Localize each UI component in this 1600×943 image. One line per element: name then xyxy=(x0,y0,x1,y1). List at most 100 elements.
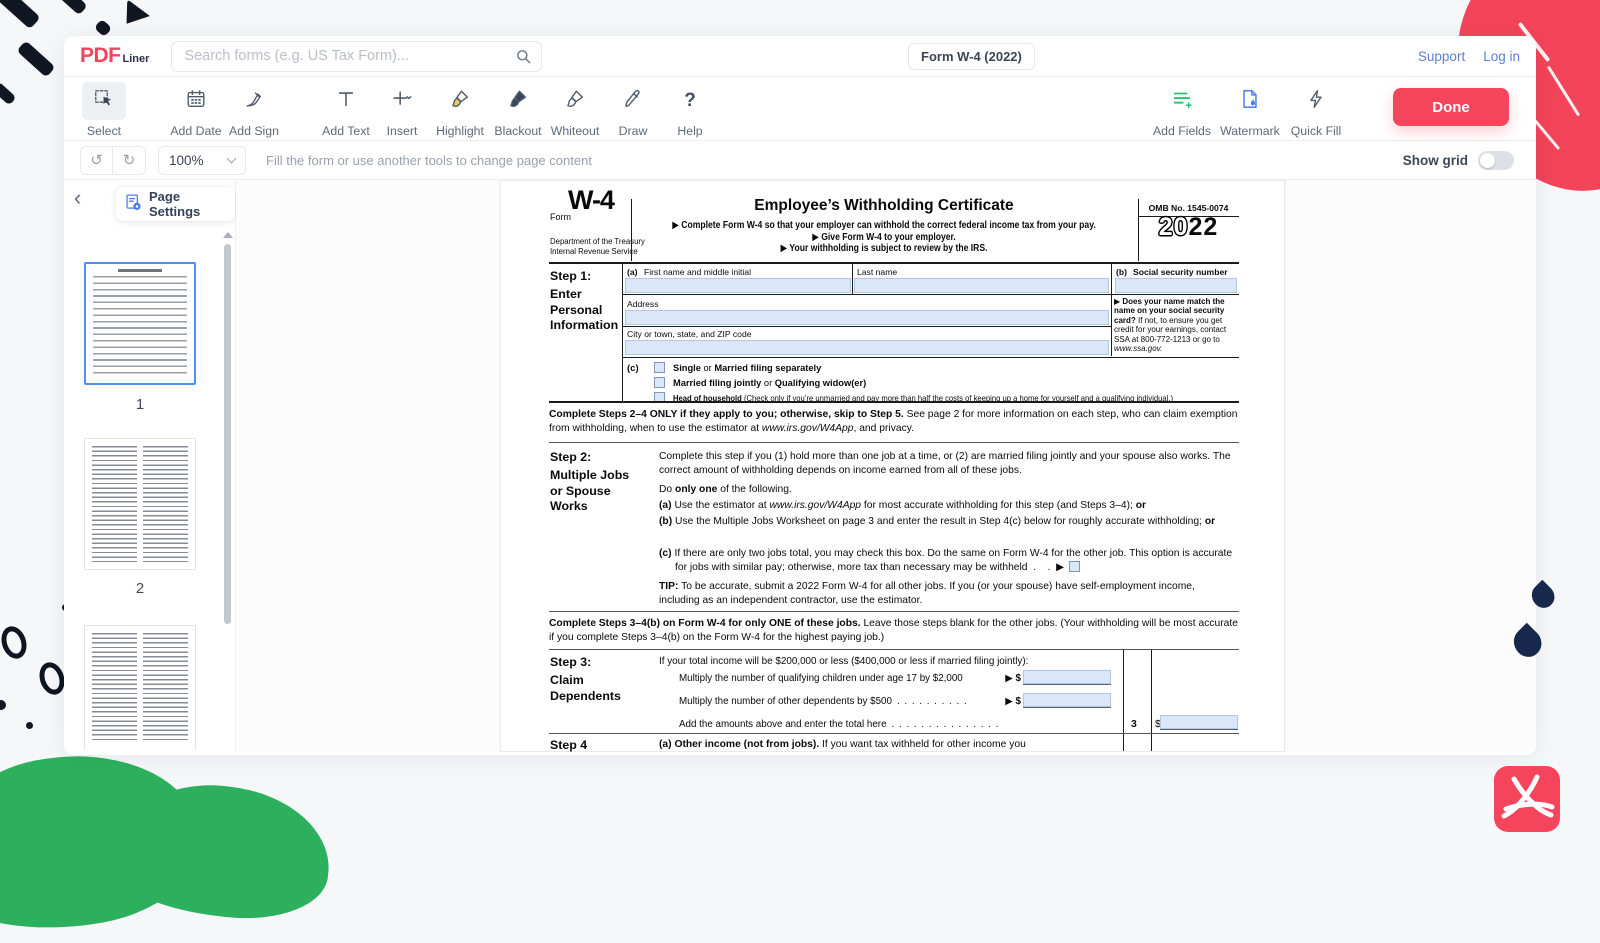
first-name-input[interactable] xyxy=(625,278,851,293)
sidebar-scroll-up-arrow[interactable] xyxy=(223,232,233,238)
zoom-value: 100% xyxy=(169,153,204,168)
w4-form-page: Form W-4 Department of the Treasury Inte… xyxy=(500,180,1285,752)
step3-row3: Add the amounts above and enter the tota… xyxy=(679,718,1117,731)
watermark-button[interactable]: Watermark xyxy=(1213,82,1287,138)
last-name-label: Last name xyxy=(857,267,897,277)
ink-stroke xyxy=(52,0,87,15)
field-c-tag: (c) xyxy=(627,363,639,374)
help-icon: ? xyxy=(684,90,696,112)
add-text-label: Add Text xyxy=(322,124,370,138)
select-tool-button[interactable]: Select xyxy=(67,82,141,138)
step2-item-a: (a) Use the estimator at www.irs.gov/W4A… xyxy=(659,499,1237,513)
search-box xyxy=(171,41,542,72)
pen-sign-icon xyxy=(243,88,265,115)
pdfliner-logo[interactable]: PDF Liner xyxy=(80,44,149,68)
add-fields-label: Add Fields xyxy=(1153,124,1211,138)
ink-ring xyxy=(0,623,31,662)
single-checkbox[interactable] xyxy=(654,362,665,373)
field-b-tag: (b) xyxy=(1116,267,1127,277)
login-link[interactable]: Log in xyxy=(1483,49,1520,64)
quick-fill-button[interactable]: Quick Fill xyxy=(1279,82,1353,138)
step2-tip: TIP: To be accurate, submit a 2022 Form … xyxy=(659,580,1237,608)
year-bold: 22 xyxy=(1189,213,1219,241)
step2-label: Step 2: xyxy=(550,450,591,466)
highlight-brush-icon xyxy=(449,88,471,115)
step3-row1: Multiply the number of qualifying childr… xyxy=(679,672,1021,685)
city-input[interactable] xyxy=(625,340,1109,355)
watermark-icon xyxy=(1239,88,1261,115)
line3-number: 3 xyxy=(1131,718,1137,732)
blackout-label: Blackout xyxy=(494,124,541,138)
page-number-1: 1 xyxy=(84,396,196,413)
insert-label: Insert xyxy=(387,124,418,138)
redo-button[interactable]: ↻ xyxy=(113,146,146,175)
toggle-knob xyxy=(1480,153,1495,168)
show-grid-label: Show grid xyxy=(1403,153,1468,168)
qualifying-children-input[interactable] xyxy=(1023,670,1111,684)
ink-dot xyxy=(26,722,33,729)
page-thumbnail-3[interactable] xyxy=(84,625,196,750)
show-grid-toggle[interactable] xyxy=(1478,151,1514,170)
filing-option-2: Married filing jointly or Qualifying wid… xyxy=(673,377,866,389)
year-outline: 20 xyxy=(1159,213,1189,241)
other-dependents-input[interactable] xyxy=(1023,693,1111,707)
step2-item-b: (b) Use the Multiple Jobs Worksheet on p… xyxy=(659,515,1237,529)
ink-stroke xyxy=(121,0,152,29)
quick-fill-label: Quick Fill xyxy=(1291,124,1342,138)
address-label: Address xyxy=(627,299,659,309)
address-input[interactable] xyxy=(625,310,1109,325)
select-icon xyxy=(93,88,115,115)
whiteout-brush-icon xyxy=(564,88,586,115)
ssn-input[interactable] xyxy=(1115,278,1237,293)
step2-item-c: (c) If there are only two jobs total, yo… xyxy=(659,547,1243,575)
add-sign-label: Add Sign xyxy=(229,124,279,138)
step2-p2: Do only one of the following. xyxy=(659,483,1237,497)
sidebar-scrollbar[interactable] xyxy=(224,244,231,624)
ink-stroke xyxy=(0,0,41,29)
thumbnail-content xyxy=(92,446,137,562)
form-bullet-1: ▶ Complete Form W-4 so that your employe… xyxy=(583,220,1185,232)
thumbnail-content xyxy=(93,276,187,377)
ssa-note-link: www.ssa.gov. xyxy=(1114,344,1162,353)
collapse-sidebar-chevron[interactable]: ‹ xyxy=(74,188,81,208)
support-link[interactable]: Support xyxy=(1418,49,1465,64)
done-button[interactable]: Done xyxy=(1393,88,1509,126)
two-jobs-checkbox[interactable] xyxy=(1069,561,1080,572)
field-a-tag: (a) xyxy=(627,267,638,277)
page-thumbnail-2[interactable] xyxy=(84,438,196,570)
logo-liner: Liner xyxy=(123,53,150,65)
page-settings-button[interactable]: Page Settings xyxy=(116,187,235,221)
married-jointly-checkbox[interactable] xyxy=(654,377,665,388)
select-label: Select xyxy=(87,124,121,138)
form-bullet-3: ▶ Your withholding is subject to review … xyxy=(583,243,1185,255)
search-icon[interactable] xyxy=(515,48,532,70)
add-sign-button[interactable]: Add Sign xyxy=(217,82,291,138)
add-fields-button[interactable]: Add Fields xyxy=(1145,82,1219,138)
thumbnail-content xyxy=(143,633,188,743)
document-canvas: Form W-4 Department of the Treasury Inte… xyxy=(236,180,1536,752)
text-icon xyxy=(335,88,357,115)
zoom-select[interactable]: 100% xyxy=(158,146,246,175)
form-title: Employee’s Withholding Certificate xyxy=(754,199,1013,213)
add-date-label: Add Date xyxy=(170,124,221,138)
step2-sublabel: Multiple Jobs or Spouse Works xyxy=(550,468,644,515)
search-input[interactable] xyxy=(171,41,542,72)
sub-toolbar: ↺ ↻ 100% Fill the form or use another to… xyxy=(64,141,1536,180)
help-button[interactable]: ? Help xyxy=(653,82,727,138)
step3-intro: If your total income will be $200,000 or… xyxy=(659,655,1028,669)
ink-dot xyxy=(0,700,6,710)
steps34-paragraph: Complete Steps 3–4(b) on Form W-4 for on… xyxy=(549,617,1239,645)
total-dependents-input[interactable] xyxy=(1160,715,1238,729)
undo-button[interactable]: ↺ xyxy=(80,146,113,175)
highlight-label: Highlight xyxy=(436,124,484,138)
last-name-input[interactable] xyxy=(854,278,1109,293)
page-thumbnail-1[interactable] xyxy=(84,262,196,385)
chevron-down-icon xyxy=(227,154,237,164)
logo-pdf: PDF xyxy=(80,44,121,68)
ink-stroke xyxy=(16,40,55,77)
draw-label: Draw xyxy=(619,124,648,138)
ink-dot xyxy=(94,19,112,37)
step4-item-a: (a) Other income (not from jobs). If you… xyxy=(659,738,1111,752)
step4-label: Step 4 xyxy=(550,738,587,752)
header: PDF Liner Form W-4 (2022) Support Log in xyxy=(64,36,1536,77)
